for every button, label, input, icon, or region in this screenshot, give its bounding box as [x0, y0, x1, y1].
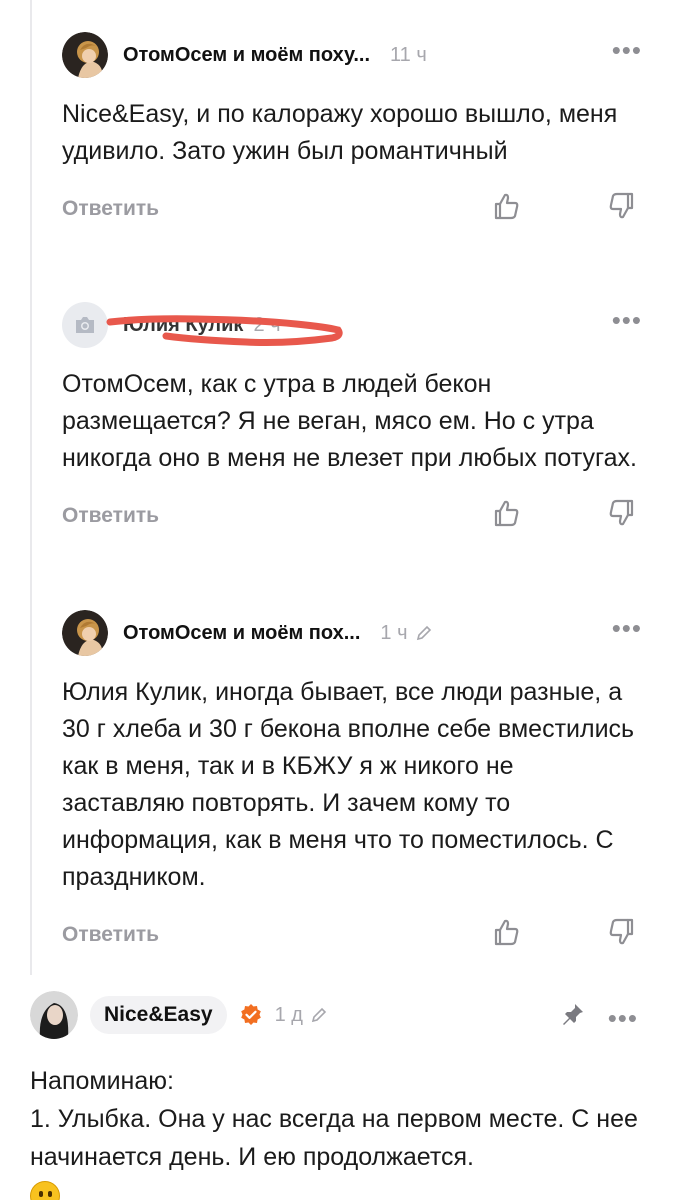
comment-text: ОтомОсем, как с утра в людей бекон разме… [62, 370, 637, 472]
more-options-icon[interactable]: ••• [612, 615, 642, 641]
dislike-icon[interactable] [608, 917, 636, 952]
edited-pencil-icon [416, 625, 432, 641]
comment-text: Юлия Кулик, иногда бывает, все люди разн… [62, 678, 635, 891]
reply-button[interactable]: Ответить [62, 504, 159, 528]
comment-time: 11 ч [390, 44, 427, 67]
more-options-icon[interactable]: ••• [612, 307, 642, 333]
comment-actions: Ответить [62, 191, 642, 231]
root-comment: Nice&Easy 1 д ••• Напоминаю: 1. Улыбка. … [30, 990, 650, 1200]
like-icon[interactable] [492, 917, 520, 952]
verified-badge-icon [239, 1003, 263, 1027]
like-icon[interactable] [492, 498, 520, 533]
time-text: 1 ч [380, 621, 408, 644]
avatar[interactable] [30, 991, 78, 1039]
comment-text: Напоминаю: 1. Улыбка. Она у нас всегда н… [30, 1062, 650, 1200]
comment-actions: Ответить [62, 498, 642, 538]
comment: Юлия Кулик 2 ч ••• ОтомОсем, как с утра … [62, 300, 642, 538]
comment-header: Nice&Easy 1 д ••• [30, 990, 650, 1040]
comment: ОтомОсем и моём поху... 11 ч ••• Nice&Ea… [62, 30, 642, 231]
pin-icon[interactable] [561, 1002, 585, 1031]
comment-line: 1. Улыбка. Она у нас всегда на первом ме… [30, 1105, 638, 1171]
camera-placeholder-icon [76, 317, 94, 333]
comment-header: Юлия Кулик 2 ч ••• [62, 300, 642, 350]
avatar[interactable] [62, 302, 108, 348]
author-name[interactable]: ОтомОсем и моём поху... [123, 44, 370, 67]
like-icon[interactable] [492, 191, 520, 226]
avatar[interactable] [62, 610, 108, 656]
comment: ОтомОсем и моём пох... 1 ч ••• Юлия Кули… [62, 608, 642, 957]
comment-header: ОтомОсем и моём пох... 1 ч ••• [62, 608, 642, 658]
author-name[interactable]: Nice&Easy [90, 996, 227, 1034]
dislike-icon[interactable] [608, 191, 636, 226]
comment-time: 1 д [275, 1004, 327, 1027]
more-options-icon[interactable]: ••• [612, 37, 642, 63]
redaction-scribble [106, 315, 343, 346]
time-text: 11 ч [390, 43, 427, 66]
reply-button[interactable]: Ответить [62, 197, 159, 221]
comment-text: Nice&Easy, и по калоражу хорошо вышло, м… [62, 100, 618, 165]
time-text: 1 д [274, 1003, 303, 1026]
comment-header: ОтомОсем и моём поху... 11 ч ••• [62, 30, 642, 80]
comment-time: 1 ч [380, 622, 431, 645]
avatar[interactable] [62, 32, 108, 78]
more-options-icon[interactable]: ••• [608, 1005, 638, 1031]
thread-line [30, 0, 32, 975]
author-name[interactable]: ОтомОсем и моём пох... [123, 622, 360, 645]
comment-actions: Ответить [62, 917, 642, 957]
reply-button[interactable]: Ответить [62, 923, 159, 947]
grinning-face-icon [30, 1181, 60, 1200]
edited-pencil-icon [311, 1007, 327, 1023]
dislike-icon[interactable] [608, 498, 636, 533]
comment-line: Напоминаю: [30, 1067, 174, 1095]
